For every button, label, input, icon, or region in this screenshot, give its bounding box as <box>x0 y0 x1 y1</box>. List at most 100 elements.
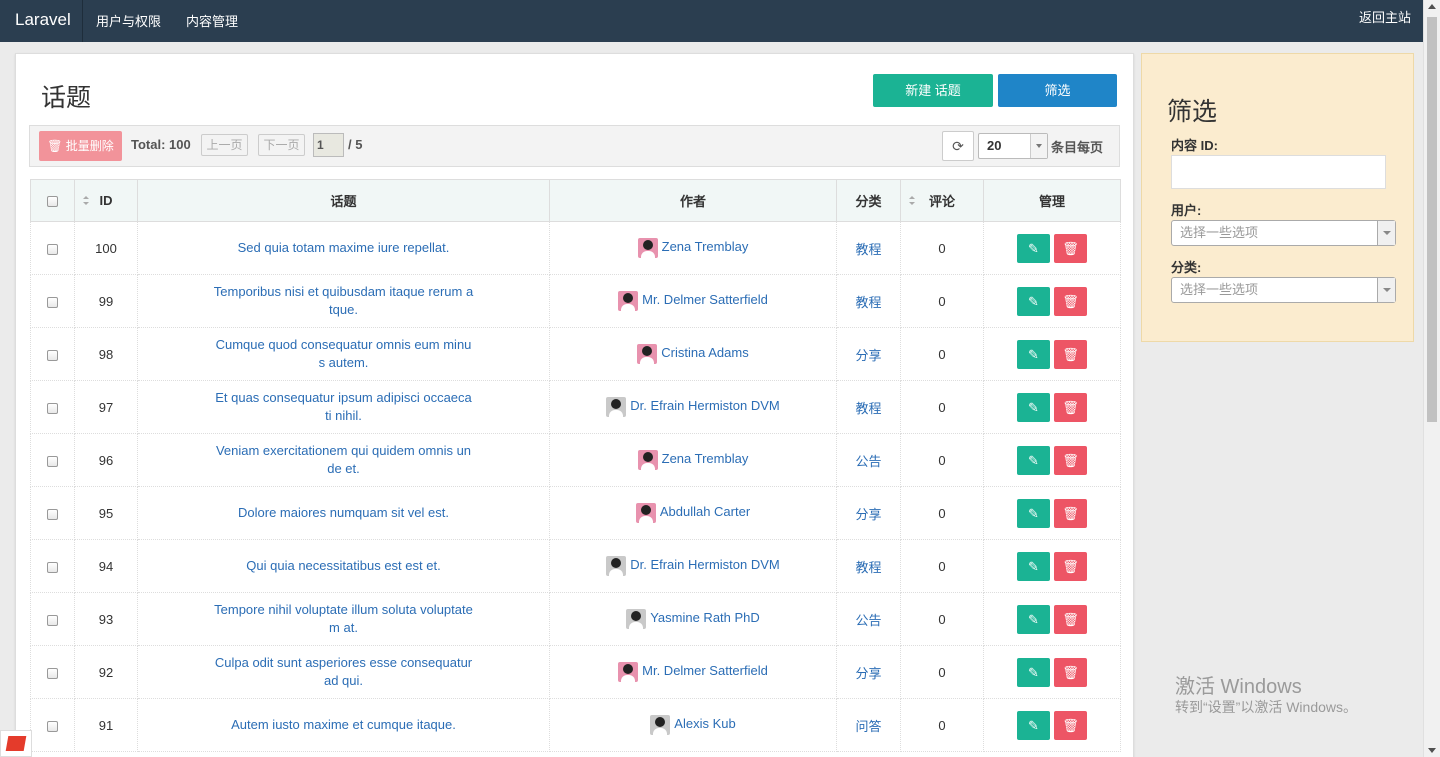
delete-button[interactable]: 🗑 <box>1054 445 1087 475</box>
edit-button[interactable]: ✎ <box>1017 498 1050 528</box>
row-category-cell: 问答 <box>836 698 901 752</box>
table-row: 96 Veniam exercitationem qui quidem omni… <box>30 433 1121 487</box>
select-all-checkbox[interactable] <box>47 196 58 208</box>
author-link[interactable]: Alexis Kub <box>650 715 736 735</box>
category-select[interactable]: 选择一些选项 <box>1171 277 1396 303</box>
row-checkbox[interactable] <box>47 243 58 255</box>
delete-button[interactable]: 🗑 <box>1054 604 1087 634</box>
row-actions-cell: ✎ 🗑 <box>983 592 1121 646</box>
scrollbar-thumb[interactable] <box>1427 17 1437 422</box>
row-checkbox[interactable] <box>47 296 58 308</box>
delete-button[interactable]: 🗑 <box>1054 286 1087 316</box>
nav-users-permissions[interactable]: 用户与权限 <box>96 11 161 30</box>
edit-button[interactable]: ✎ <box>1017 445 1050 475</box>
row-checkbox[interactable] <box>47 508 58 520</box>
next-page-button[interactable]: 下一页 <box>258 134 305 156</box>
topic-title-link[interactable]: Autem iusto maxime et cumque itaque. <box>231 717 456 732</box>
row-actions-cell: ✎ 🗑 <box>983 221 1121 275</box>
scroll-down-icon[interactable] <box>1428 748 1436 753</box>
header-comments[interactable]: 评论 <box>900 179 984 222</box>
delete-button[interactable]: 🗑 <box>1054 339 1087 369</box>
edit-button[interactable]: ✎ <box>1017 710 1050 740</box>
page-scrollbar[interactable] <box>1423 0 1440 757</box>
edit-button[interactable]: ✎ <box>1017 286 1050 316</box>
scroll-up-icon[interactable] <box>1428 4 1436 9</box>
row-author-cell: Yasmine Rath PhD <box>549 592 837 646</box>
filter-button[interactable]: 筛选 <box>998 74 1117 107</box>
brush-icon: ✎ <box>1028 558 1039 574</box>
per-page-select[interactable]: 20 <box>978 133 1048 159</box>
topic-title-link[interactable]: Sed quia totam maxime iure repellat. <box>238 240 450 255</box>
topic-title-link[interactable]: Dolore maiores numquam sit vel est. <box>238 505 449 520</box>
row-author-cell: Cristina Adams <box>549 327 837 381</box>
author-link[interactable]: Dr. Efrain Hermiston DVM <box>606 556 780 576</box>
brand-logo[interactable]: Laravel <box>15 10 71 30</box>
category-link[interactable]: 教程 <box>855 401 881 416</box>
author-link[interactable]: Yasmine Rath PhD <box>626 609 760 629</box>
page-number-input[interactable]: 1 <box>313 133 344 157</box>
delete-button[interactable]: 🗑 <box>1054 657 1087 687</box>
row-checkbox[interactable] <box>47 667 58 679</box>
delete-button[interactable]: 🗑 <box>1054 392 1087 422</box>
category-link[interactable]: 教程 <box>855 295 881 310</box>
category-link[interactable]: 教程 <box>855 560 881 575</box>
row-category-cell: 公告 <box>836 592 901 646</box>
delete-button[interactable]: 🗑 <box>1054 233 1087 263</box>
row-checkbox[interactable] <box>47 561 58 573</box>
batch-delete-button[interactable]: 🗑 批量删除 <box>39 131 122 161</box>
author-link[interactable]: Mr. Delmer Satterfield <box>618 291 768 311</box>
row-checkbox[interactable] <box>47 402 58 414</box>
category-link[interactable]: 分享 <box>855 507 881 522</box>
table-row: 94 Qui quia necessitatibus est est et. D… <box>30 539 1121 593</box>
topic-title-link[interactable]: Qui quia necessitatibus est est et. <box>246 558 440 573</box>
edit-button[interactable]: ✎ <box>1017 392 1050 422</box>
delete-button[interactable]: 🗑 <box>1054 710 1087 740</box>
row-checkbox[interactable] <box>47 720 58 732</box>
topic-title-link[interactable]: Cumque quod consequatur omnis eum minu s … <box>216 337 472 370</box>
category-link[interactable]: 公告 <box>855 454 881 469</box>
author-link[interactable]: Abdullah Carter <box>635 503 750 523</box>
row-checkbox[interactable] <box>47 614 58 626</box>
row-id: 98 <box>74 327 138 381</box>
row-actions-cell: ✎ 🗑 <box>983 433 1121 487</box>
row-checkbox[interactable] <box>47 349 58 361</box>
topic-title-link[interactable]: Temporibus nisi et quibusdam itaque reru… <box>214 284 473 317</box>
edit-button[interactable]: ✎ <box>1017 551 1050 581</box>
topic-title-link[interactable]: Tempore nihil voluptate illum soluta vol… <box>214 602 473 635</box>
edit-button[interactable]: ✎ <box>1017 657 1050 687</box>
row-title-cell: Sed quia totam maxime iure repellat. <box>137 221 550 275</box>
sort-icon[interactable] <box>83 196 89 206</box>
row-checkbox[interactable] <box>47 455 58 467</box>
author-link[interactable]: Mr. Delmer Satterfield <box>618 662 768 682</box>
category-link[interactable]: 公告 <box>855 613 881 628</box>
topic-title-link[interactable]: Et quas consequatur ipsum adipisci occae… <box>215 390 472 423</box>
category-link[interactable]: 问答 <box>855 719 881 734</box>
category-link[interactable]: 分享 <box>855 666 881 681</box>
topic-title-link[interactable]: Culpa odit sunt asperiores esse consequa… <box>215 655 472 688</box>
taskbar-app-icon[interactable] <box>0 730 32 757</box>
edit-button[interactable]: ✎ <box>1017 233 1050 263</box>
edit-button[interactable]: ✎ <box>1017 339 1050 369</box>
nav-return-home[interactable]: 返回主站 <box>1359 7 1411 26</box>
table-row: 93 Tempore nihil voluptate illum soluta … <box>30 592 1121 646</box>
trash-icon: 🗑 <box>1062 611 1079 627</box>
category-link[interactable]: 分享 <box>855 348 881 363</box>
category-link[interactable]: 教程 <box>855 242 881 257</box>
user-select[interactable]: 选择一些选项 <box>1171 220 1396 246</box>
prev-page-button[interactable]: 上一页 <box>201 134 248 156</box>
header-id[interactable]: ID <box>74 179 138 222</box>
author-link[interactable]: Zena Tremblay <box>637 238 748 258</box>
delete-button[interactable]: 🗑 <box>1054 498 1087 528</box>
create-topic-button[interactable]: 新建 话题 <box>873 74 993 107</box>
author-link[interactable]: Cristina Adams <box>637 344 749 364</box>
refresh-button[interactable]: ⟳ <box>942 131 974 161</box>
author-link[interactable]: Zena Tremblay <box>637 450 748 470</box>
edit-button[interactable]: ✎ <box>1017 604 1050 634</box>
content-id-input[interactable] <box>1171 155 1386 189</box>
topic-title-link[interactable]: Veniam exercitationem qui quidem omnis u… <box>216 443 471 476</box>
nav-content-management[interactable]: 内容管理 <box>186 11 238 30</box>
delete-button[interactable]: 🗑 <box>1054 551 1087 581</box>
sort-icon[interactable] <box>909 196 915 206</box>
total-count: Total: 100 <box>131 137 191 152</box>
author-link[interactable]: Dr. Efrain Hermiston DVM <box>606 397 780 417</box>
